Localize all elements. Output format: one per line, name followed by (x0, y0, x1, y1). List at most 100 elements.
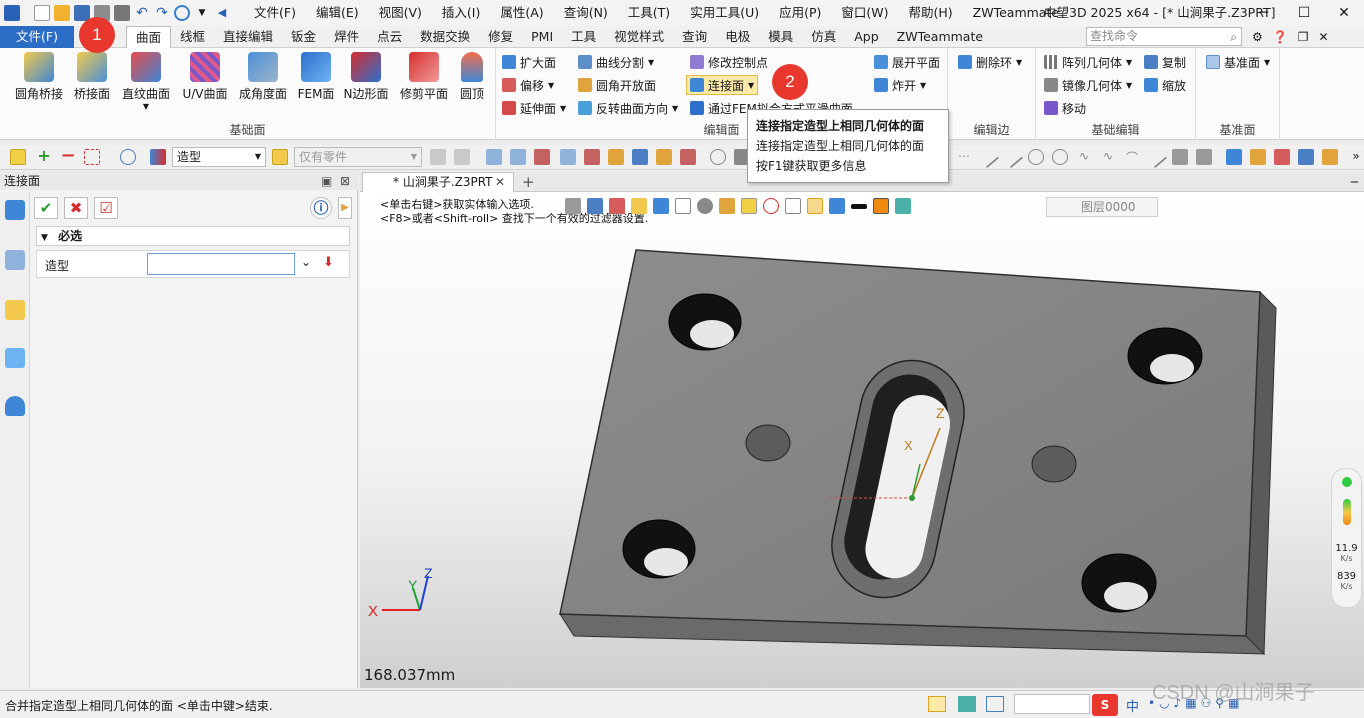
tab-query[interactable]: 查询 (673, 26, 716, 49)
cylinder-icon[interactable] (1298, 149, 1314, 165)
menu-help[interactable]: 帮助(H) (899, 0, 963, 26)
arc-icon[interactable]: ⌒ (1124, 149, 1140, 165)
delete-ring-button[interactable]: 删除环 ▼ (958, 52, 1022, 72)
close-icon[interactable]: ✕ (1324, 0, 1364, 26)
expand-icon[interactable]: ▶ (338, 197, 352, 219)
tool-icon-9[interactable] (680, 149, 696, 165)
view-cube-icon[interactable] (1226, 149, 1242, 165)
tab-simulation[interactable]: 仿真 (802, 26, 845, 49)
tab-pmi[interactable]: PMI (522, 26, 562, 49)
array-geometry-button[interactable]: 阵列几何体 ▼ (1044, 52, 1132, 72)
file-tab[interactable]: 文件(F) (0, 26, 74, 48)
fem-face-button[interactable]: FEM面 (294, 52, 338, 102)
extend-surface-button[interactable]: 延伸面 ▼ (502, 98, 566, 118)
open-file-icon[interactable] (54, 5, 70, 21)
tab-weldment[interactable]: 焊件 (325, 26, 368, 49)
3d-viewport[interactable]: <单击右键>获取实体输入选项. <F8>或者<Shift-roll> 查找下一个… (360, 192, 1364, 688)
ok-button[interactable]: ✔ (34, 197, 58, 219)
explode-button[interactable]: 炸开 ▼ (874, 75, 926, 95)
filter-combo[interactable]: 造型 ▼ (172, 147, 266, 167)
tab-tools[interactable]: 工具 (562, 26, 605, 49)
plus-icon[interactable]: + (36, 148, 52, 165)
datum-plane-button[interactable]: 基准面 ▼ (1206, 52, 1270, 72)
minus-icon[interactable]: − (60, 147, 76, 165)
maximize-icon[interactable]: ☐ (1284, 0, 1324, 26)
cancel-button[interactable]: ✖ (64, 197, 88, 219)
menu-attribute[interactable]: 属性(A) (490, 0, 553, 26)
curve-split-button[interactable]: 曲线分割 ▼ (578, 52, 654, 72)
offset-button[interactable]: 偏移 ▼ (502, 75, 554, 95)
select-pointer-icon[interactable] (10, 149, 26, 165)
extend-face-button[interactable]: 扩大面 (502, 52, 556, 72)
n-sided-face-button[interactable]: N边形面 (340, 52, 392, 102)
gear-icon[interactable]: ⚙ (1252, 26, 1263, 48)
close-panel-icon[interactable]: ⊠ (340, 174, 350, 188)
pin-icon[interactable]: ▣ (321, 174, 332, 188)
new-file-icon[interactable] (34, 5, 50, 21)
mirror-geometry-button[interactable]: 镜像几何体 ▼ (1044, 75, 1132, 95)
unfold-plane-button[interactable]: 展开平面 (874, 52, 940, 72)
pick-icon[interactable]: ⬇ (323, 255, 334, 270)
circle-2-icon[interactable] (1052, 149, 1068, 165)
chevron-down-icon[interactable]: ▼ (194, 5, 210, 21)
move-button[interactable]: 移动 (1044, 98, 1086, 118)
chevron-down-icon[interactable]: ▼ (1264, 58, 1270, 67)
menu-tools[interactable]: 工具(T) (618, 0, 680, 26)
print-preview-icon[interactable] (114, 5, 130, 21)
info-icon[interactable]: ⓘ (310, 197, 332, 219)
tab-data-exchange[interactable]: 数据交换 (411, 26, 479, 49)
chevron-down-icon[interactable]: ▼ (118, 102, 174, 111)
uv-surface-button[interactable]: U/V曲面 (178, 52, 232, 102)
status-mode-icon[interactable] (928, 696, 946, 712)
scale-button[interactable]: 缩放 (1144, 75, 1186, 95)
dome-button[interactable]: 圆顶 (454, 52, 490, 102)
status-input[interactable] (1014, 694, 1090, 714)
user-icon[interactable] (5, 396, 25, 416)
modify-control-points-button[interactable]: 修改控制点 (690, 52, 768, 72)
tool-icon-13[interactable] (1172, 149, 1188, 165)
chevron-down-icon[interactable]: ▼ (1126, 81, 1132, 90)
tab-repair[interactable]: 修复 (479, 26, 522, 49)
required-section-header[interactable]: ▼ 必选 (36, 226, 350, 246)
connect-face-button[interactable]: 连接面 ▼ (686, 75, 759, 95)
tab-zwteammate[interactable]: ZWTeammate (888, 26, 992, 49)
menu-arrow-icon[interactable]: ◀ (214, 5, 230, 21)
tab-mold[interactable]: 模具 (759, 26, 802, 49)
tool-icon-6[interactable] (608, 149, 624, 165)
tab-app[interactable]: App (845, 26, 887, 49)
menu-view[interactable]: 视图(V) (369, 0, 432, 26)
status-view-icon[interactable] (958, 696, 976, 712)
chevron-down-icon[interactable]: ▼ (255, 148, 261, 166)
render-icon[interactable] (1274, 149, 1290, 165)
menu-apps[interactable]: 应用(P) (769, 0, 831, 26)
angled-face-button[interactable]: 成角度面 (236, 52, 290, 102)
chevron-down-icon[interactable]: ▼ (1016, 58, 1022, 67)
menu-file[interactable]: 文件(F) (244, 0, 306, 26)
add-tab-icon[interactable]: + (522, 172, 535, 192)
feature-tree-icon[interactable] (5, 200, 25, 220)
tool-icon-14[interactable] (1196, 149, 1212, 165)
tab-direct-edit[interactable]: 直接编辑 (214, 26, 282, 49)
chevron-down-icon[interactable]: ▼ (648, 58, 654, 67)
close-doc-icon[interactable]: ✕ (1318, 26, 1328, 48)
close-tab-icon[interactable]: ✕ (495, 173, 505, 191)
menu-query[interactable]: 查询(N) (554, 0, 618, 26)
light-icon[interactable] (1250, 149, 1266, 165)
filter-settings-icon[interactable] (430, 149, 446, 165)
filter-lock-icon[interactable] (454, 149, 470, 165)
menu-edit[interactable]: 编辑(E) (306, 0, 369, 26)
tool-icon-10[interactable] (710, 149, 726, 165)
restore-icon[interactable]: ❐ (1298, 26, 1309, 48)
tab-electrode[interactable]: 电极 (716, 26, 759, 49)
image-icon[interactable] (5, 348, 25, 368)
undo-icon[interactable]: ↶ (134, 5, 150, 21)
tool-icon-2[interactable] (510, 149, 526, 165)
part-model[interactable]: Z X X Y Z (360, 192, 1364, 688)
menu-utilities[interactable]: 实用工具(U) (680, 0, 769, 26)
scope-combo[interactable]: 仅有零件 ▼ (294, 147, 422, 167)
chevron-down-icon[interactable]: ▼ (560, 104, 566, 113)
search-icon[interactable]: ⌕ (1230, 29, 1237, 46)
chevron-down-icon[interactable]: ▼ (672, 104, 678, 113)
reverse-direction-button[interactable]: 反转曲面方向 ▼ (578, 98, 678, 118)
command-search-input[interactable]: 查找命令 ⌕ (1086, 27, 1242, 46)
